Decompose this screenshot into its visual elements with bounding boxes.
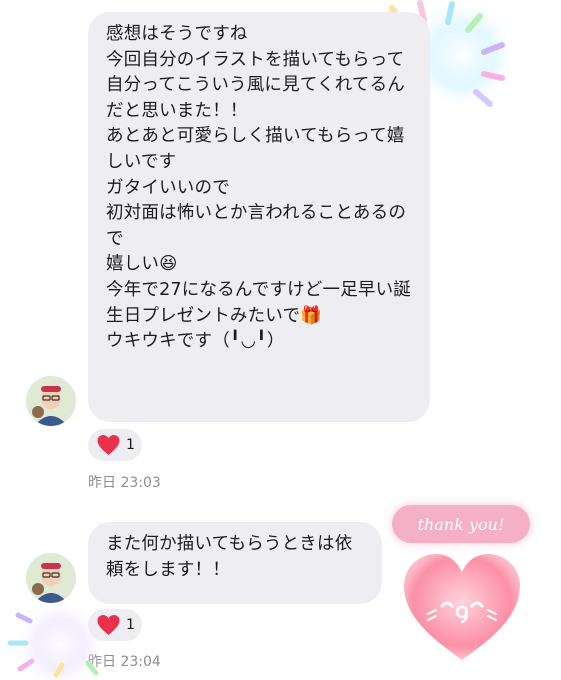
avatar[interactable] [26, 376, 76, 426]
reaction-badge[interactable]: 1 [88, 429, 142, 461]
user-avatar-icon [26, 376, 76, 426]
thank-you-text: thank you! [417, 514, 505, 534]
heart-sticker-icon [404, 554, 520, 660]
heart-icon [97, 435, 120, 455]
message-bubble[interactable]: 感想はそうですね 今回自分のイラストを描いてもらって自分ってこういう風に見てくれ… [88, 12, 430, 422]
rainbow-sparkle-decoration [7, 600, 105, 680]
reaction-count: 1 [126, 437, 135, 453]
thank-you-sticker: thank you! [392, 505, 530, 543]
message-timestamp: 昨日 23:03 [88, 475, 161, 491]
message-bubble[interactable]: また何か描いてもらうときは依頼をします！！ [88, 522, 382, 604]
